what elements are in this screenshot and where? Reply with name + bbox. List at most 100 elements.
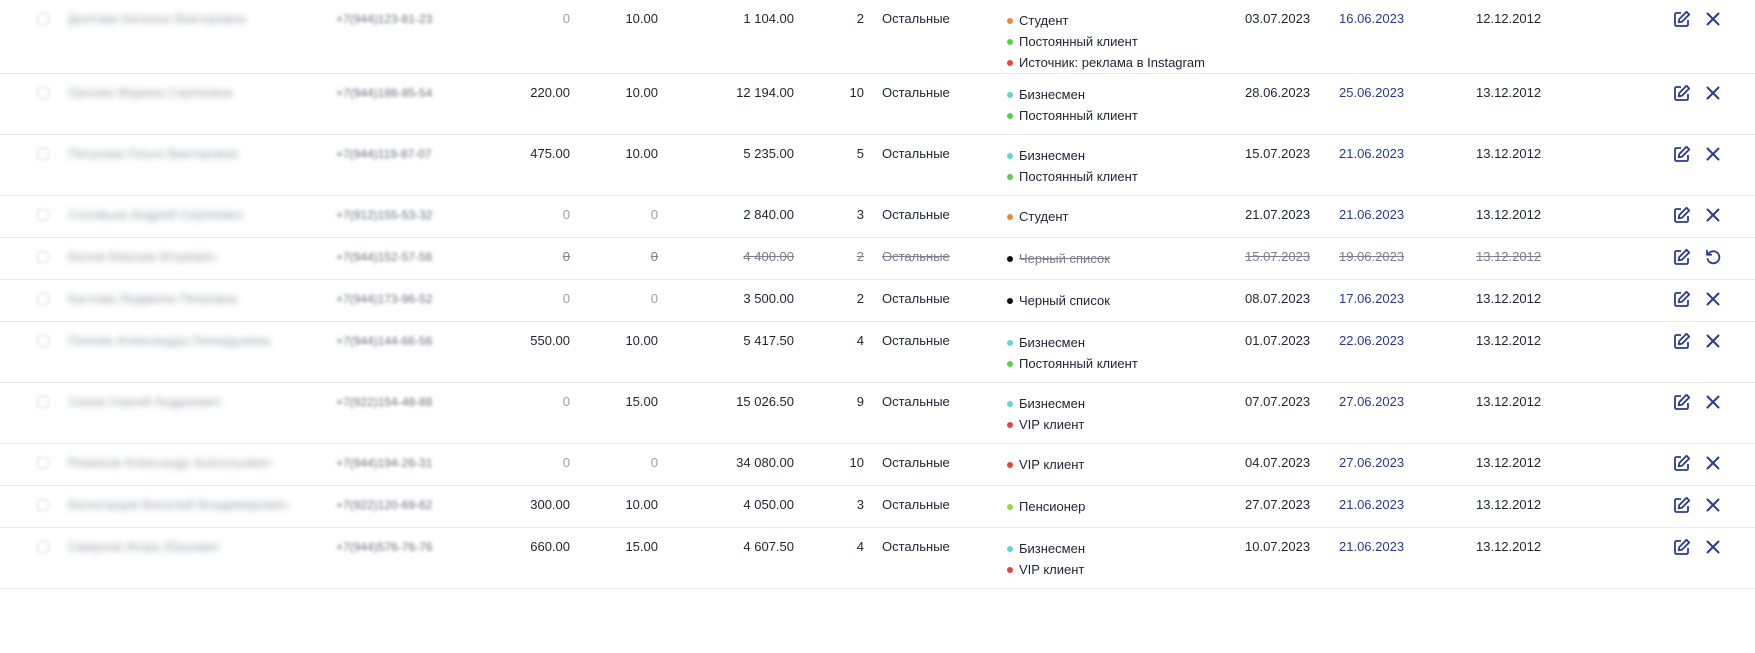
client-tags: Бизнесмен Постоянный клиент [1007,332,1138,374]
last-visit-date-link[interactable]: 21.06.2023 [1339,145,1404,163]
tag-item: Бизнесмен [1007,332,1138,353]
purchase-count: 9 [856,394,864,409]
row-checkbox[interactable] [37,293,49,305]
client-name[interactable]: Смирнов Игорь Юрьевич [68,538,220,556]
tag-label: Постоянный клиент [1019,108,1138,123]
client-phone: +7(944)123-81-23 [336,12,433,26]
tag-item: Бизнесмен [1007,145,1138,166]
close-icon[interactable] [1703,9,1723,29]
row-checkbox[interactable] [37,148,49,160]
edit-icon[interactable] [1672,144,1692,164]
edit-icon[interactable] [1672,331,1692,351]
close-icon[interactable] [1703,289,1723,309]
last-visit-date-link[interactable]: 21.06.2023 [1339,538,1404,556]
purchase-sum: 12 194.00 [736,85,794,100]
client-group: Остальные [882,85,950,100]
row-checkbox[interactable] [37,396,49,408]
row-checkbox[interactable] [37,13,49,25]
last-visit-date-link[interactable]: 21.06.2023 [1339,496,1404,514]
edit-icon[interactable] [1672,205,1692,225]
discount-value: 0 [650,291,658,306]
client-group: Остальные [882,394,950,409]
restore-icon[interactable] [1703,247,1723,267]
row-checkbox[interactable] [37,209,49,221]
discount-value: 10.00 [625,333,658,348]
purchase-sum: 5 417.50 [743,333,794,348]
last-purchase-date: 21.07.2023 [1245,207,1311,222]
edit-icon[interactable] [1672,453,1692,473]
edit-icon[interactable] [1672,9,1692,29]
edit-icon[interactable] [1672,289,1692,309]
client-phone: +7(922)154-48-88 [336,395,433,409]
last-visit-date-link[interactable]: 19.06.2023 [1339,248,1404,266]
table-row: Белогорцев Василий Владимирович +7(922)1… [0,486,1755,528]
last-visit-date-link[interactable]: 25.06.2023 [1339,84,1404,102]
close-icon[interactable] [1703,205,1723,225]
client-name[interactable]: Белогорцев Василий Владимирович [68,496,288,514]
row-checkbox[interactable] [37,457,49,469]
client-phone: +7(944)194-26-31 [336,456,433,470]
tag-dot-icon [1007,422,1013,428]
tag-item: Бизнесмен [1007,393,1085,414]
close-icon[interactable] [1703,537,1723,557]
last-purchase-date: 15.07.2023 [1245,146,1311,161]
edit-icon[interactable] [1672,537,1692,557]
close-icon[interactable] [1703,392,1723,412]
discount-value: 0 [650,455,658,470]
row-actions [1672,495,1723,515]
client-tags: Студент [1007,206,1069,227]
edit-icon[interactable] [1672,83,1692,103]
edit-icon[interactable] [1672,495,1692,515]
edit-icon[interactable] [1672,247,1692,267]
purchase-count: 10 [849,85,864,100]
purchase-sum: 34 080.00 [736,455,794,470]
table-row: Смирнов Игорь Юрьевич +7(944)576-76-76 6… [0,528,1755,589]
tag-dot-icon [1007,462,1013,468]
close-icon[interactable] [1703,331,1723,351]
client-name[interactable]: Романов Александр Анатольевич [68,454,271,472]
tag-item: Черный список [1007,248,1110,269]
client-phone: +7(922)120-69-62 [336,498,433,512]
close-icon[interactable] [1703,83,1723,103]
client-name[interactable]: Соловьев Андрей Сергеевич [68,206,243,224]
client-group: Остальные [882,11,950,26]
registration-date: 13.12.2012 [1476,539,1542,554]
last-visit-date-link[interactable]: 21.06.2023 [1339,206,1404,224]
last-visit-date-link[interactable]: 16.06.2023 [1339,10,1404,28]
row-actions [1672,453,1723,473]
edit-icon[interactable] [1672,392,1692,412]
client-name[interactable]: Белов Максим Игоревич [68,248,216,266]
purchase-sum: 4 400.00 [743,249,794,264]
client-name[interactable]: Попова Александра Геннадьевна [68,332,270,350]
close-icon[interactable] [1703,453,1723,473]
client-name[interactable]: Кустова Людмила Петровна [68,290,237,308]
client-name[interactable]: Сизов Сергей Андреевич [68,393,221,411]
tag-item: Черный список [1007,290,1110,311]
close-icon[interactable] [1703,495,1723,515]
row-checkbox[interactable] [37,87,49,99]
tag-item: Постоянный клиент [1007,166,1138,187]
row-checkbox[interactable] [37,335,49,347]
close-icon[interactable] [1703,144,1723,164]
client-name[interactable]: Орлова Марина Сергеевна [68,84,232,102]
client-name[interactable]: Петухова Ольга Викторовна [68,145,238,163]
row-checkbox[interactable] [37,251,49,263]
tag-dot-icon [1007,153,1013,159]
bonus-balance: 660.00 [530,539,570,554]
discount-value: 0 [650,249,658,264]
tag-dot-icon [1007,113,1013,119]
row-checkbox[interactable] [37,499,49,511]
last-visit-date-link[interactable]: 27.06.2023 [1339,393,1404,411]
tag-item: VIP клиент [1007,414,1085,435]
tag-label: VIP клиент [1019,417,1085,432]
purchase-count: 10 [849,455,864,470]
last-visit-date-link[interactable]: 17.06.2023 [1339,290,1404,308]
bonus-balance: 0 [562,291,570,306]
client-name[interactable]: Долгова Наталья Викторовна [68,10,246,28]
last-visit-date-link[interactable]: 27.06.2023 [1339,454,1404,472]
client-group: Остальные [882,539,950,554]
tag-dot-icon [1007,401,1013,407]
row-checkbox[interactable] [37,541,49,553]
last-visit-date-link[interactable]: 22.06.2023 [1339,332,1404,350]
client-phone: +7(944)144-66-56 [336,334,433,348]
